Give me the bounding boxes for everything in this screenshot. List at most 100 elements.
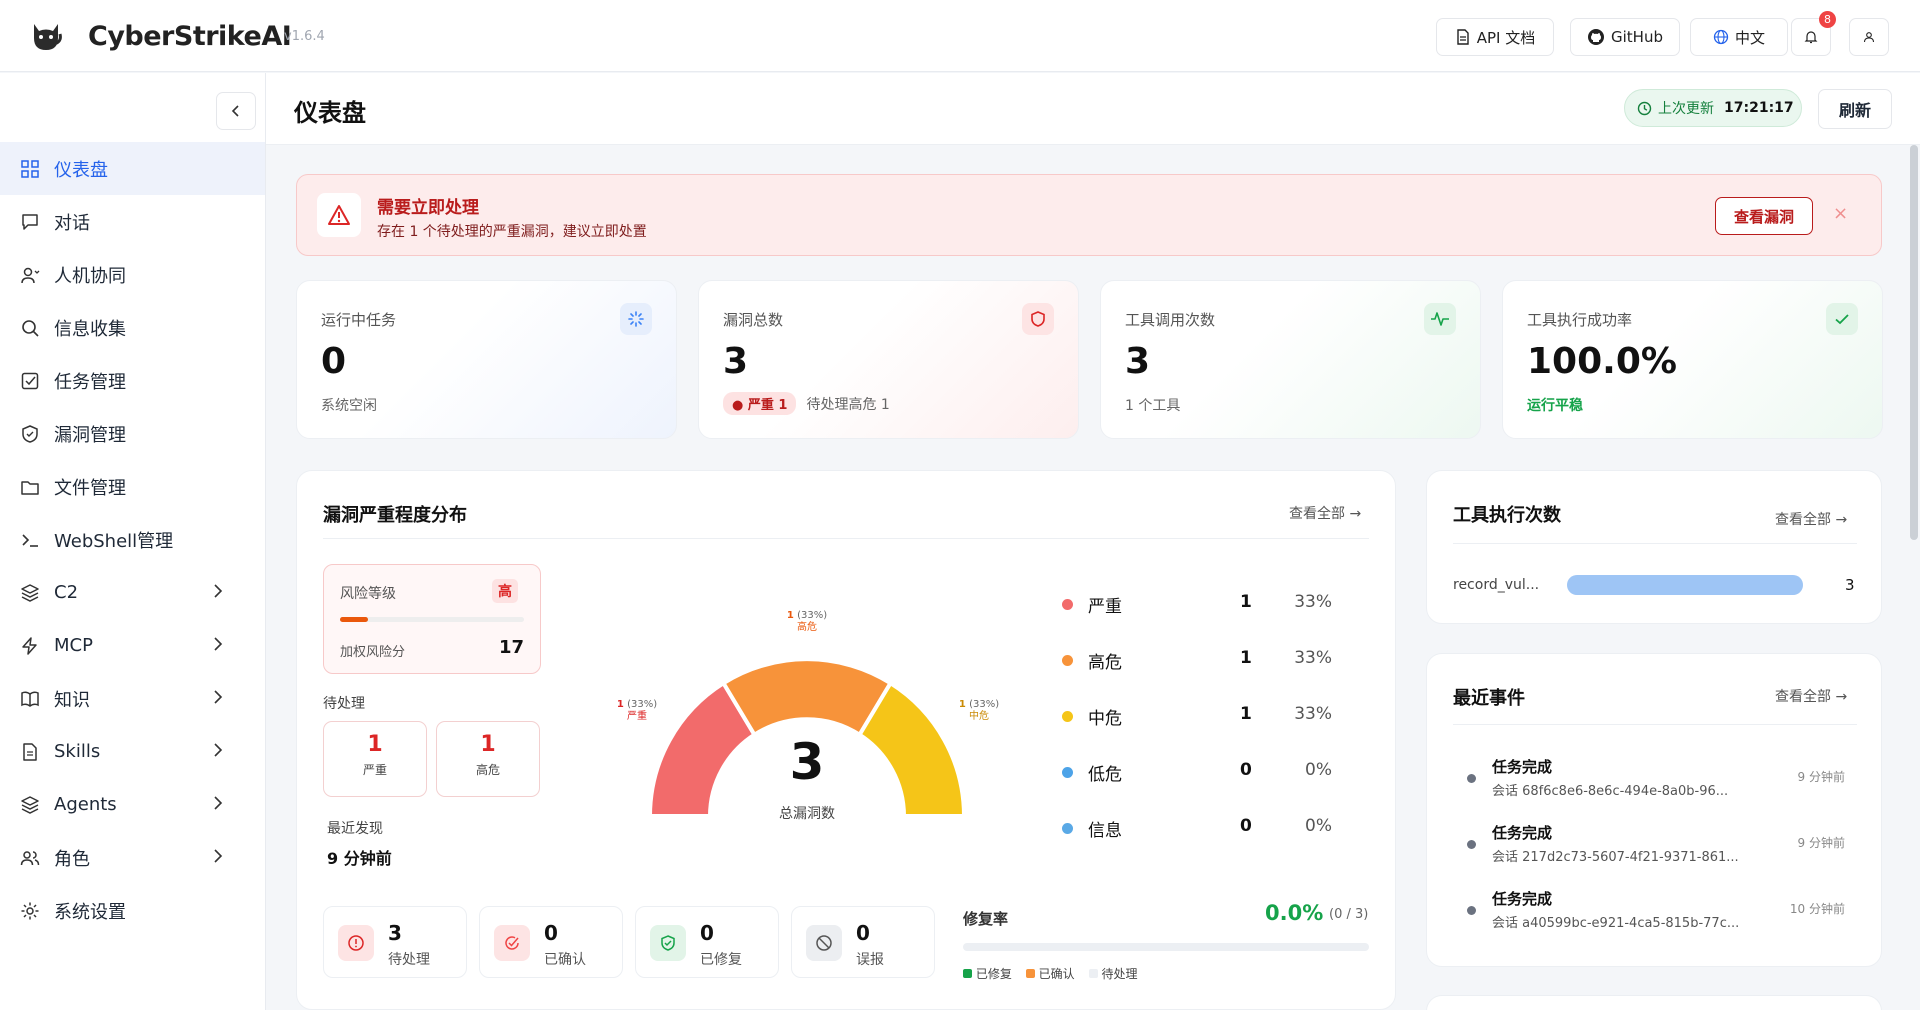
book-icon (21, 690, 39, 707)
stat-card-tool-calls: 工具调用次数 3 1 个工具 (1100, 280, 1481, 439)
tools-view-all-link[interactable]: 查看全部 → (1775, 509, 1847, 529)
legend-dot (1062, 599, 1073, 610)
status-box-fixed[interactable]: 0 已修复 (635, 906, 779, 978)
fix-legend-pending-label: 待处理 (1101, 967, 1138, 981)
sidebar-item-label: 人机协同 (54, 265, 126, 287)
top-bar: CyberStrikeAI v1.6.4 API 文档 GitHub 中文 8 (0, 0, 1920, 72)
legend-name: 低危 (1088, 765, 1122, 785)
chevron-right-icon (214, 849, 223, 863)
event-dot (1467, 906, 1476, 915)
event-time: 9 分钟前 (1797, 770, 1845, 784)
risk-progress-fill (340, 617, 368, 622)
severity-legend-row: 高危 1 33% (1062, 648, 1332, 673)
sidebar-item-1[interactable]: 对话 (0, 195, 265, 248)
sidebar-item-2[interactable]: 人机协同 (0, 248, 265, 301)
stat-card-running-tasks: 运行中任务 0 系统空闲 (296, 280, 677, 439)
sidebar-item-label: 知识 (54, 689, 90, 711)
brand-name: CyberStrikeAI (88, 21, 292, 52)
event-item[interactable]: 任务完成 会话 217d2c73-5607-4f21-9371-861... 9… (1452, 814, 1857, 870)
sidebar-item-7[interactable]: WebShell管理 (0, 513, 265, 566)
severity-view-all-link[interactable]: 查看全部 → (1289, 503, 1361, 523)
sidebar-item-label: 漏洞管理 (54, 424, 126, 446)
alert-circle-icon (338, 925, 374, 961)
gauge-medium-name: 中危 (969, 711, 989, 722)
sidebar-item-8[interactable]: C2 (0, 566, 265, 619)
event-item[interactable]: 任务完成 会话 a40599bc-e921-4ca5-815b-77c... 1… (1452, 880, 1857, 936)
pending-high-box[interactable]: 1 高危 (436, 721, 540, 797)
fix-legend-confirmed-label: 已确认 (1038, 967, 1075, 981)
chevron-left-icon (231, 105, 239, 117)
api-docs-button[interactable]: API 文档 (1436, 18, 1554, 56)
notifications-button[interactable]: 8 (1791, 11, 1836, 56)
close-alert-icon[interactable]: × (1833, 203, 1848, 224)
fix-rate-label: 修复率 (963, 910, 1009, 928)
legend-count: 1 (1240, 592, 1252, 612)
status-box-confirmed[interactable]: 0 已确认 (479, 906, 623, 978)
globe-icon (1713, 29, 1729, 45)
critical-pill-label: 严重 1 (747, 398, 788, 413)
sidebar-item-label: MCP (54, 635, 93, 656)
refresh-button[interactable]: 刷新 (1818, 89, 1892, 129)
sidebar-item-label: Agents (54, 794, 117, 815)
pending-high-label: 高危 (475, 763, 500, 777)
event-dot (1467, 840, 1476, 849)
legend-dot (1062, 655, 1073, 666)
gauge-total-label: 总漏洞数 (779, 806, 835, 822)
event-item[interactable]: 任务完成 会话 68f6c8e6-8e6c-494e-8a0b-96... 9 … (1452, 748, 1857, 804)
stat-sub-row: ● 严重 1 待处理高危 1 (723, 392, 890, 415)
event-session: 会话 a40599bc-e921-4ca5-815b-77c... (1492, 916, 1740, 931)
weighted-score-value: 17 (498, 637, 524, 658)
status-label: 待处理 (388, 952, 430, 968)
collapse-sidebar-button[interactable] (216, 92, 256, 130)
alert-title: 需要立即处理 (377, 198, 479, 218)
status-box-pending[interactable]: 3 待处理 (323, 906, 467, 978)
gauge-high-name: 高危 (797, 622, 817, 633)
severity-distribution-card: 漏洞严重程度分布 查看全部 → 风险等级 高 加权风险分 17 待处理 1 严重… (296, 470, 1396, 1010)
event-time: 10 分钟前 (1789, 902, 1845, 916)
events-view-all-link[interactable]: 查看全部 → (1775, 686, 1847, 706)
sidebar-item-0[interactable]: 仪表盘 (0, 142, 265, 195)
stat-label: 运行中任务 (321, 311, 397, 329)
user-icon (1863, 32, 1875, 43)
status-box-false-positive[interactable]: 0 误报 (791, 906, 935, 978)
github-button[interactable]: GitHub (1570, 18, 1680, 56)
stat-sub: 1 个工具 (1125, 398, 1181, 414)
view-vulnerabilities-button[interactable]: 查看漏洞 (1715, 197, 1813, 235)
language-button[interactable]: 中文 (1690, 18, 1788, 56)
sidebar-item-5[interactable]: 漏洞管理 (0, 407, 265, 460)
chevron-right-icon (214, 690, 223, 704)
legend-count: 1 (1240, 648, 1252, 668)
sidebar-item-4[interactable]: 任务管理 (0, 354, 265, 407)
sidebar-item-9[interactable]: MCP (0, 619, 265, 672)
page-scrollbar[interactable] (1910, 145, 1918, 540)
sidebar-item-13[interactable]: 角色 (0, 831, 265, 884)
sidebar-item-14[interactable]: 系统设置 (0, 884, 265, 937)
sidebar-item-11[interactable]: Skills (0, 725, 265, 778)
risk-progress-track (340, 617, 524, 622)
sidebar-item-label: 任务管理 (54, 371, 126, 393)
severity-legend-row: 严重 1 33% (1062, 592, 1332, 617)
legend-dot (1062, 767, 1073, 778)
risk-level-badge: 高 (492, 579, 518, 603)
fix-rate-track (963, 943, 1369, 951)
sidebar-item-label: 角色 (54, 848, 90, 870)
legend-name: 信息 (1088, 821, 1122, 841)
sidebar-item-label: 对话 (54, 212, 90, 234)
bolt-icon (22, 636, 37, 655)
chevron-right-icon (214, 584, 223, 598)
sidebar-item-10[interactable]: 知识 (0, 672, 265, 725)
sidebar-item-label: 信息收集 (54, 318, 126, 340)
bell-icon (1804, 31, 1818, 44)
divider (1453, 543, 1857, 544)
status-label: 已修复 (700, 952, 742, 968)
pending-critical-box[interactable]: 1 严重 (323, 721, 427, 797)
sidebar-item-3[interactable]: 信息收集 (0, 301, 265, 354)
user-profile-button[interactable] (1849, 18, 1889, 56)
gauge-label-critical: 1 (33%) 严重 (597, 699, 677, 723)
sidebar-item-6[interactable]: 文件管理 (0, 460, 265, 513)
recent-found-label: 最近发现 (327, 821, 383, 837)
legend-name: 中危 (1088, 709, 1122, 729)
divider (323, 538, 1369, 539)
github-label: GitHub (1611, 28, 1663, 46)
sidebar-item-12[interactable]: Agents (0, 778, 265, 831)
